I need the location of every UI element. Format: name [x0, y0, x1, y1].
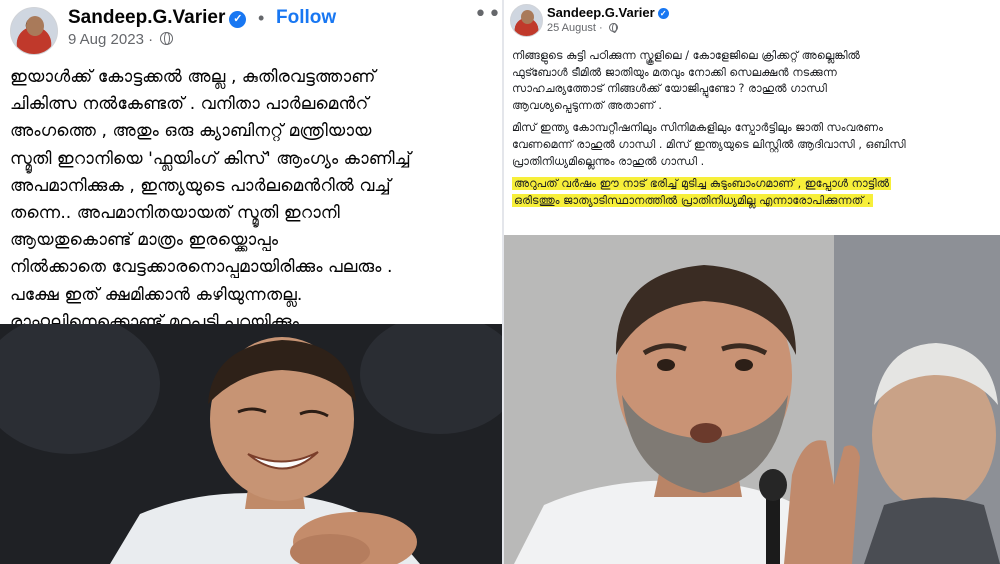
author-name[interactable]: Sandeep.G.Varier ✓	[68, 7, 247, 29]
post-date[interactable]: 25 August ·	[547, 22, 618, 34]
post-text-line: അംഗത്തെ , അതും ഒരു ക്യാബിനറ്റ് മന്ത്രിയാ…	[10, 121, 372, 142]
post-text-line: പ്രാതിനിധ്യമില്ലെന്നും രാഹുൽ ഗാന്ധി .	[512, 154, 705, 168]
separator-dot: •	[258, 8, 265, 28]
post-text-line: അപമാനിക്കുക , ഇന്ത്യയുടെ പാർലമെൻറിൽ വച്ച…	[10, 175, 391, 196]
highlighted-text-line: ഒരിടത്തും ജാത്യാടിസ്ഥാനത്തിൽ പ്രാതിനിധ്യ…	[512, 193, 873, 207]
author-name[interactable]: Sandeep.G.Varier ✓	[547, 5, 669, 20]
post-photo[interactable]	[504, 235, 1000, 564]
post-text-line: വേണമെന്ന് രാഹുൽ ഗാന്ധി . മിസ് ഇന്ത്യയുടെ…	[512, 137, 906, 151]
post-text-line: ആവശ്യപ്പെടുന്നത് അതാണ് .	[512, 98, 662, 112]
right-post: Sandeep.G.Varier ✓ 25 August · നിങ്ങളുടെ …	[504, 0, 1000, 564]
post-text: നിങ്ങളുടെ കുട്ടി പഠിക്കുന്ന സ്കൂളിലെ / ക…	[512, 48, 996, 215]
date-separator: ·	[148, 31, 154, 48]
post-text-line: ആയതുകൊണ്ട് മാത്രം ഇരയ്ക്കൊപ്പം	[10, 230, 279, 251]
left-post: Sandeep.G.Varier ✓ • Follow 9 Aug 2023 · …	[0, 0, 502, 564]
verified-badge-icon: ✓	[657, 8, 669, 19]
post-paragraph-3-highlighted: അറുപത് വർഷം ഈ നാട് ഭരിച്ച് മുടിച്ച കുടും…	[512, 176, 996, 209]
post-text-line: ചികിത്സ നൽകേണ്ടത് . വനിതാ പാർലമെൻറ്	[10, 94, 369, 115]
post-date-text[interactable]: 25 August	[547, 22, 596, 34]
author-name-text[interactable]: Sandeep.G.Varier	[68, 7, 225, 28]
highlighted-text-line: അറുപത് വർഷം ഈ നാട് ഭരിച്ച് മുടിച്ച കുടും…	[512, 177, 892, 191]
post-text-line: നിങ്ങളുടെ കുട്ടി പഠിക്കുന്ന സ്കൂളിലെ / ക…	[512, 49, 860, 62]
author-avatar[interactable]	[10, 7, 58, 55]
globe-icon	[160, 32, 174, 45]
post-text-line: പക്ഷേ ഇത് ക്ഷമിക്കാൻ കഴിയുന്നതല്ല.	[10, 284, 303, 305]
photo-illustration	[0, 324, 502, 564]
post-paragraph-2: മിസ് ഇന്ത്യ കോമ്പറ്റീഷനിലും സിനിമകളിലും …	[512, 120, 996, 170]
post-paragraph-1: നിങ്ങളുടെ കുട്ടി പഠിക്കുന്ന സ്കൂളിലെ / ക…	[512, 48, 996, 114]
post-text: ഇയാൾക്ക് കോട്ടക്കൽ അല്ല , കുതിരവട്ടത്താണ…	[10, 64, 498, 336]
post-date[interactable]: 9 Aug 2023 ·	[68, 31, 174, 48]
post-text-line: നിൽക്കാതെ വേട്ടക്കാരനൊപ്പമായിരിക്കും പലര…	[10, 257, 393, 278]
verified-badge-icon: ✓	[229, 11, 247, 28]
post-text-line: തന്നെ.. അപമാനിതയായത് സ്മൃതി ഇറാനി	[10, 203, 340, 224]
date-separator: ·	[599, 22, 603, 34]
post-text-line: മിസ് ഇന്ത്യ കോമ്പറ്റീഷനിലും സിനിമകളിലും …	[512, 121, 883, 135]
author-avatar[interactable]	[510, 4, 543, 37]
post-text-line: സാഹചര്യത്തോട് നിങ്ങൾക്ക് യോജിപ്പുണ്ടോ ? …	[512, 82, 827, 96]
more-options-icon[interactable]: •••	[474, 2, 502, 27]
photo-illustration	[504, 235, 1000, 564]
post-photo[interactable]	[0, 324, 502, 564]
post-text-line: സ്മൃതി ഇറാനിയെ 'ഫ്ലയിംഗ് കിസ്' ആംഗ്യം കാ…	[10, 148, 411, 169]
post-text-line: ഫുട്ബോൾ ടീമിൽ ജാതിയും മതവും നോക്കി സെലക്…	[512, 65, 838, 79]
post-date-text[interactable]: 9 Aug 2023	[68, 31, 144, 48]
globe-icon	[608, 23, 618, 33]
author-name-text[interactable]: Sandeep.G.Varier	[547, 5, 655, 20]
post-text-line: ഇയാൾക്ക് കോട്ടക്കൽ അല്ല , കുതിരവട്ടത്താണ…	[10, 67, 376, 87]
follow-button[interactable]: Follow	[276, 7, 336, 29]
